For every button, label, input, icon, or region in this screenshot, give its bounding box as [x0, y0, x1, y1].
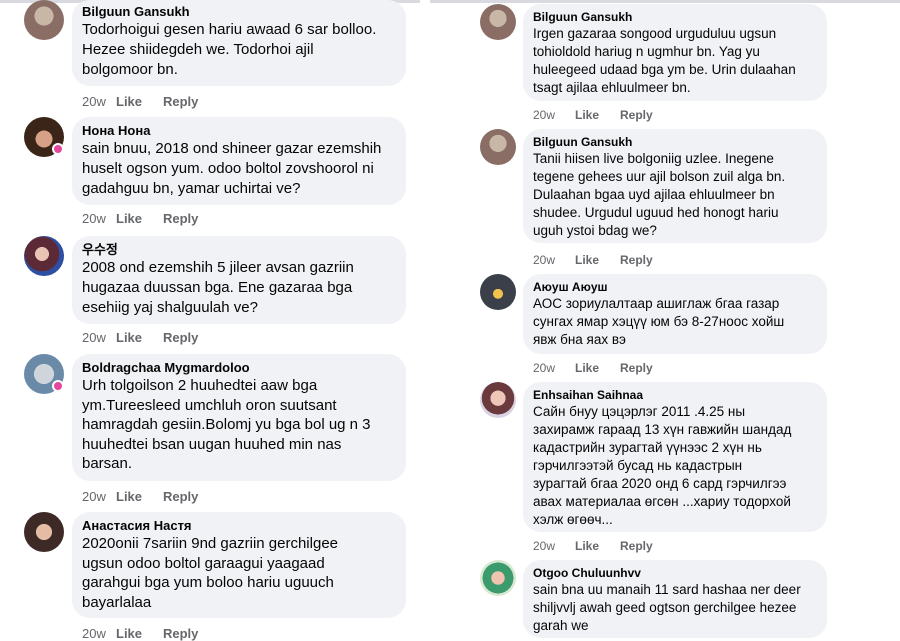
reply-button[interactable]: Reply: [163, 94, 198, 109]
reply-button[interactable]: Reply: [163, 330, 198, 345]
like-button[interactable]: Like: [116, 211, 163, 226]
avatar[interactable]: [480, 4, 516, 40]
comment-author[interactable]: Анастасия Настя: [82, 518, 396, 534]
comment-author[interactable]: Bilguun Gansukh: [82, 4, 396, 20]
comment-author[interactable]: Нона Нона: [82, 123, 396, 139]
reply-button[interactable]: Reply: [163, 489, 198, 504]
like-button[interactable]: Like: [116, 489, 163, 504]
comment-author[interactable]: 우수정: [82, 242, 396, 258]
like-button[interactable]: Like: [116, 94, 163, 109]
comment-time[interactable]: 20w: [533, 108, 575, 122]
comment-text: Сайн бнуу цэцэрлэг 2011 .4.25 ны захирам…: [533, 404, 792, 527]
avatar-badge-icon: [52, 143, 64, 155]
like-button[interactable]: Like: [116, 626, 163, 641]
comment-time[interactable]: 20w: [82, 626, 116, 641]
comment-bubble: Boldragchaa Mygmardoloo Urh tolgoilson 2…: [72, 354, 406, 481]
comment-time[interactable]: 20w: [82, 94, 116, 109]
comment-text: Tanii hiisen live bolgoniig uzlee. Inege…: [533, 151, 786, 238]
comment-time[interactable]: 20w: [533, 539, 575, 553]
reply-button[interactable]: Reply: [620, 539, 653, 553]
avatar[interactable]: [24, 512, 64, 552]
comment-bubble: Enhsaihan Saihnaa Сайн бнуу цэцэрлэг 201…: [523, 382, 827, 532]
reply-button[interactable]: Reply: [620, 253, 653, 267]
comment-actions: 20w Like Reply: [82, 94, 198, 109]
comment-text: 2020onii 7sariin 9nd gazriin gerchilgee …: [82, 535, 339, 611]
comment-bubble: Анастасия Настя 2020onii 7sariin 9nd gaz…: [72, 512, 406, 618]
comment-text: sain bna uu manaih 11 sard hashaa ner de…: [533, 582, 801, 633]
like-button[interactable]: Like: [575, 108, 620, 122]
comment-actions: 20w Like Reply: [533, 361, 653, 375]
comment-actions: 20w Like Reply: [82, 211, 198, 226]
comment-bubble: Otgoo Chuluunhvv sain bna uu manaih 11 s…: [523, 560, 827, 638]
top-divider-right: [430, 0, 900, 3]
like-button[interactable]: Like: [575, 253, 620, 267]
like-button[interactable]: Like: [575, 361, 620, 375]
avatar[interactable]: [480, 382, 516, 418]
comment-text: Todorhoigui gesen hariu awaad 6 sar boll…: [82, 21, 377, 78]
comment-text: Urh tolgoilson 2 huuhedtei aaw bga ym.Tu…: [82, 377, 371, 472]
comment-text: 2008 ond ezemshih 5 jileer avsan gazriin…: [82, 259, 354, 316]
comment-author[interactable]: Аюуш Аюуш: [533, 280, 817, 295]
comment-text: АОС зориулалтаар ашиглаж бгаа газар сунг…: [533, 296, 785, 347]
comment-author[interactable]: Otgoo Chuluunhvv: [533, 566, 817, 581]
avatar[interactable]: [480, 274, 516, 310]
comment-author[interactable]: Enhsaihan Saihnaa: [533, 388, 817, 403]
comment-time[interactable]: 20w: [82, 211, 116, 226]
comment-bubble: Аюуш Аюуш АОС зориулалтаар ашиглаж бгаа …: [523, 274, 827, 354]
comment-author[interactable]: Bilguun Gansukh: [533, 135, 817, 150]
avatar-badge-icon: [52, 380, 64, 392]
comment-author[interactable]: Boldragchaa Mygmardoloo: [82, 360, 396, 376]
comment-actions: 20w Like Reply: [533, 108, 653, 122]
like-button[interactable]: Like: [116, 330, 163, 345]
comment-text: sain bnuu, 2018 ond shineer gazar ezemsh…: [82, 140, 382, 197]
reply-button[interactable]: Reply: [163, 211, 198, 226]
avatar[interactable]: [24, 0, 64, 40]
comment-actions: 20w Like Reply: [533, 539, 653, 553]
comment-actions: 20w Like Reply: [82, 489, 198, 504]
comment-actions: 20w Like Reply: [82, 330, 198, 345]
comment-time[interactable]: 20w: [82, 330, 116, 345]
avatar[interactable]: [480, 129, 516, 165]
comment-bubble: Bilguun Gansukh Todorhoigui gesen hariu …: [72, 0, 406, 86]
comment-time[interactable]: 20w: [82, 489, 116, 504]
comment-actions: 20w Like Reply: [533, 253, 653, 267]
comment-actions: 20w Like Reply: [82, 626, 198, 641]
comment-time[interactable]: 20w: [533, 361, 575, 375]
reply-button[interactable]: Reply: [163, 626, 198, 641]
comment-bubble: 우수정 2008 ond ezemshih 5 jileer avsan gaz…: [72, 236, 406, 324]
comment-bubble: Bilguun Gansukh Irgen gazaraa songood ur…: [523, 4, 827, 101]
reply-button[interactable]: Reply: [620, 108, 653, 122]
comment-bubble: Bilguun Gansukh Tanii hiisen live bolgon…: [523, 129, 827, 243]
avatar[interactable]: [24, 236, 64, 276]
comment-text: Irgen gazaraa songood urguduluu ugsun to…: [533, 26, 796, 95]
comment-author[interactable]: Bilguun Gansukh: [533, 10, 817, 25]
like-button[interactable]: Like: [575, 539, 620, 553]
comment-time[interactable]: 20w: [533, 253, 575, 267]
comment-bubble: Нона Нона sain bnuu, 2018 ond shineer ga…: [72, 117, 406, 205]
reply-button[interactable]: Reply: [620, 361, 653, 375]
avatar[interactable]: [480, 560, 516, 596]
